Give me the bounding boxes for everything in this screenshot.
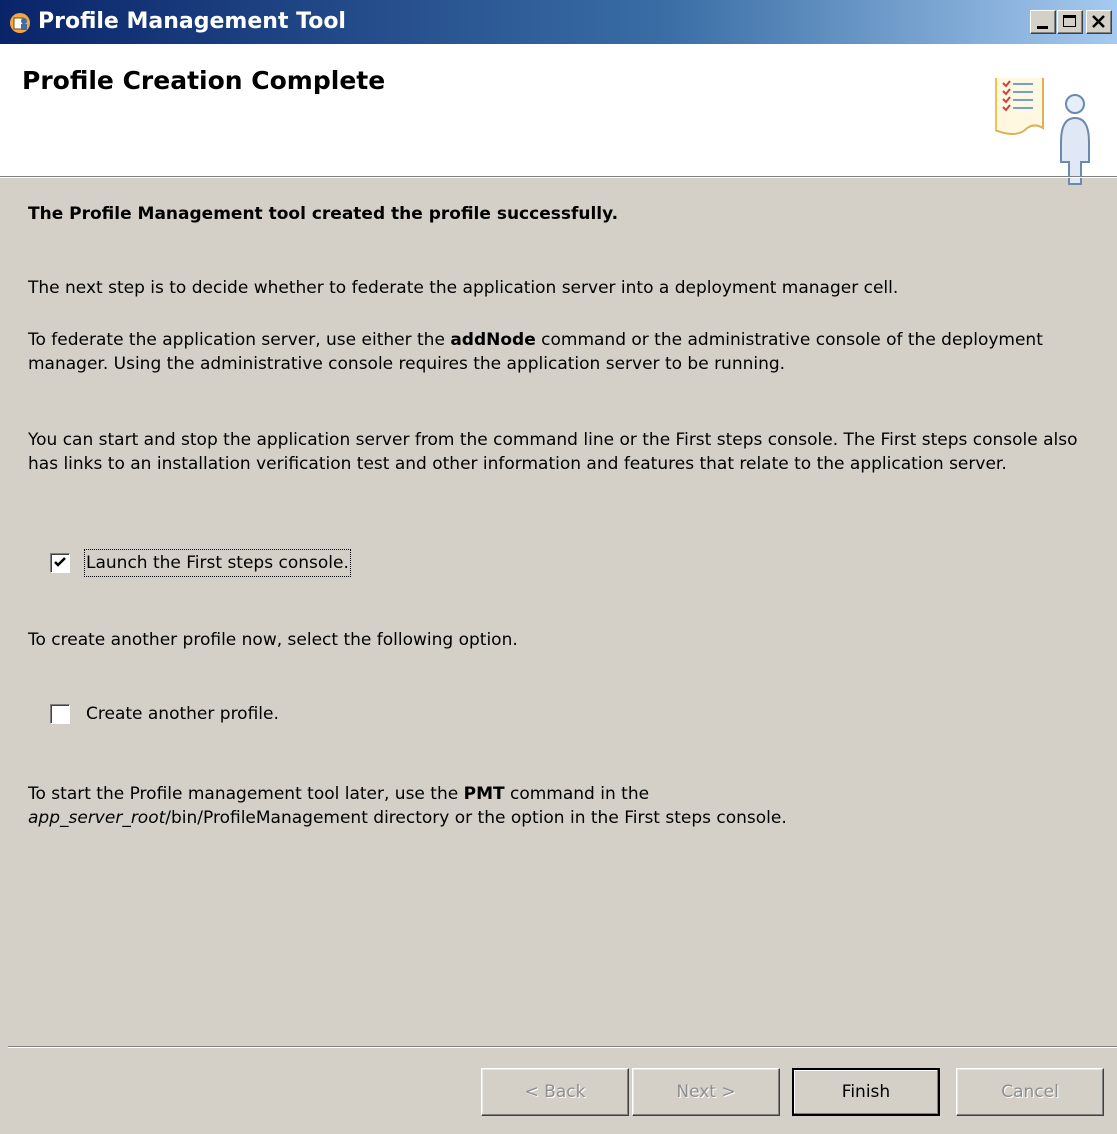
profile-management-window: Profile Management Tool Profile Creation…	[0, 0, 1117, 1134]
create-another-text: To create another profile now, select th…	[28, 630, 518, 650]
app-server-root-path: app_server_root	[28, 808, 166, 828]
close-icon	[1092, 15, 1105, 28]
finish-button[interactable]: Finish	[792, 1068, 940, 1116]
create-another-profile-checkbox[interactable]	[50, 704, 70, 724]
minimize-button[interactable]	[1030, 10, 1056, 34]
cancel-button[interactable]: Cancel	[956, 1068, 1104, 1116]
pmt-command: PMT	[463, 784, 505, 804]
start-stop-text: You can start and stop the application s…	[28, 430, 1078, 474]
checkmark-icon	[54, 557, 66, 567]
federate-text-pre: To federate the application server, use …	[28, 330, 451, 350]
federate-text: To federate the application server, use …	[28, 328, 1103, 376]
checklist-person-icon	[995, 78, 1090, 185]
pmt-text-pre: To start the Profile management tool lat…	[28, 784, 464, 804]
launch-first-steps-checkbox[interactable]	[50, 553, 70, 573]
header-separator	[0, 176, 1117, 178]
create-another-profile-label[interactable]: Create another profile.	[86, 702, 279, 726]
maximize-icon	[1063, 15, 1076, 27]
minimize-icon	[1037, 26, 1048, 29]
pmt-text-path-rest: /bin/ProfileManagement directory or the …	[165, 808, 787, 828]
pmt-text-mid: command in the	[504, 784, 650, 804]
next-button[interactable]: Next >	[632, 1068, 780, 1116]
success-heading: The Profile Management tool created the …	[28, 204, 619, 224]
launch-first-steps-label[interactable]: Launch the First steps console.	[84, 549, 351, 577]
profile-management-app-icon	[10, 13, 30, 33]
page-title: Profile Creation Complete	[22, 66, 386, 95]
addnode-command: addNode	[450, 330, 536, 350]
maximize-button[interactable]	[1057, 10, 1083, 34]
footer-separator	[8, 1046, 1117, 1048]
back-button[interactable]: < Back	[481, 1068, 629, 1116]
title-bar[interactable]: Profile Management Tool	[0, 0, 1117, 44]
wizard-header: Profile Creation Complete	[0, 44, 1117, 185]
window-title: Profile Management Tool	[38, 9, 346, 34]
pmt-text: To start the Profile management tool lat…	[28, 782, 1103, 830]
close-button[interactable]	[1086, 10, 1112, 34]
next-step-text: The next step is to decide whether to fe…	[28, 278, 899, 298]
